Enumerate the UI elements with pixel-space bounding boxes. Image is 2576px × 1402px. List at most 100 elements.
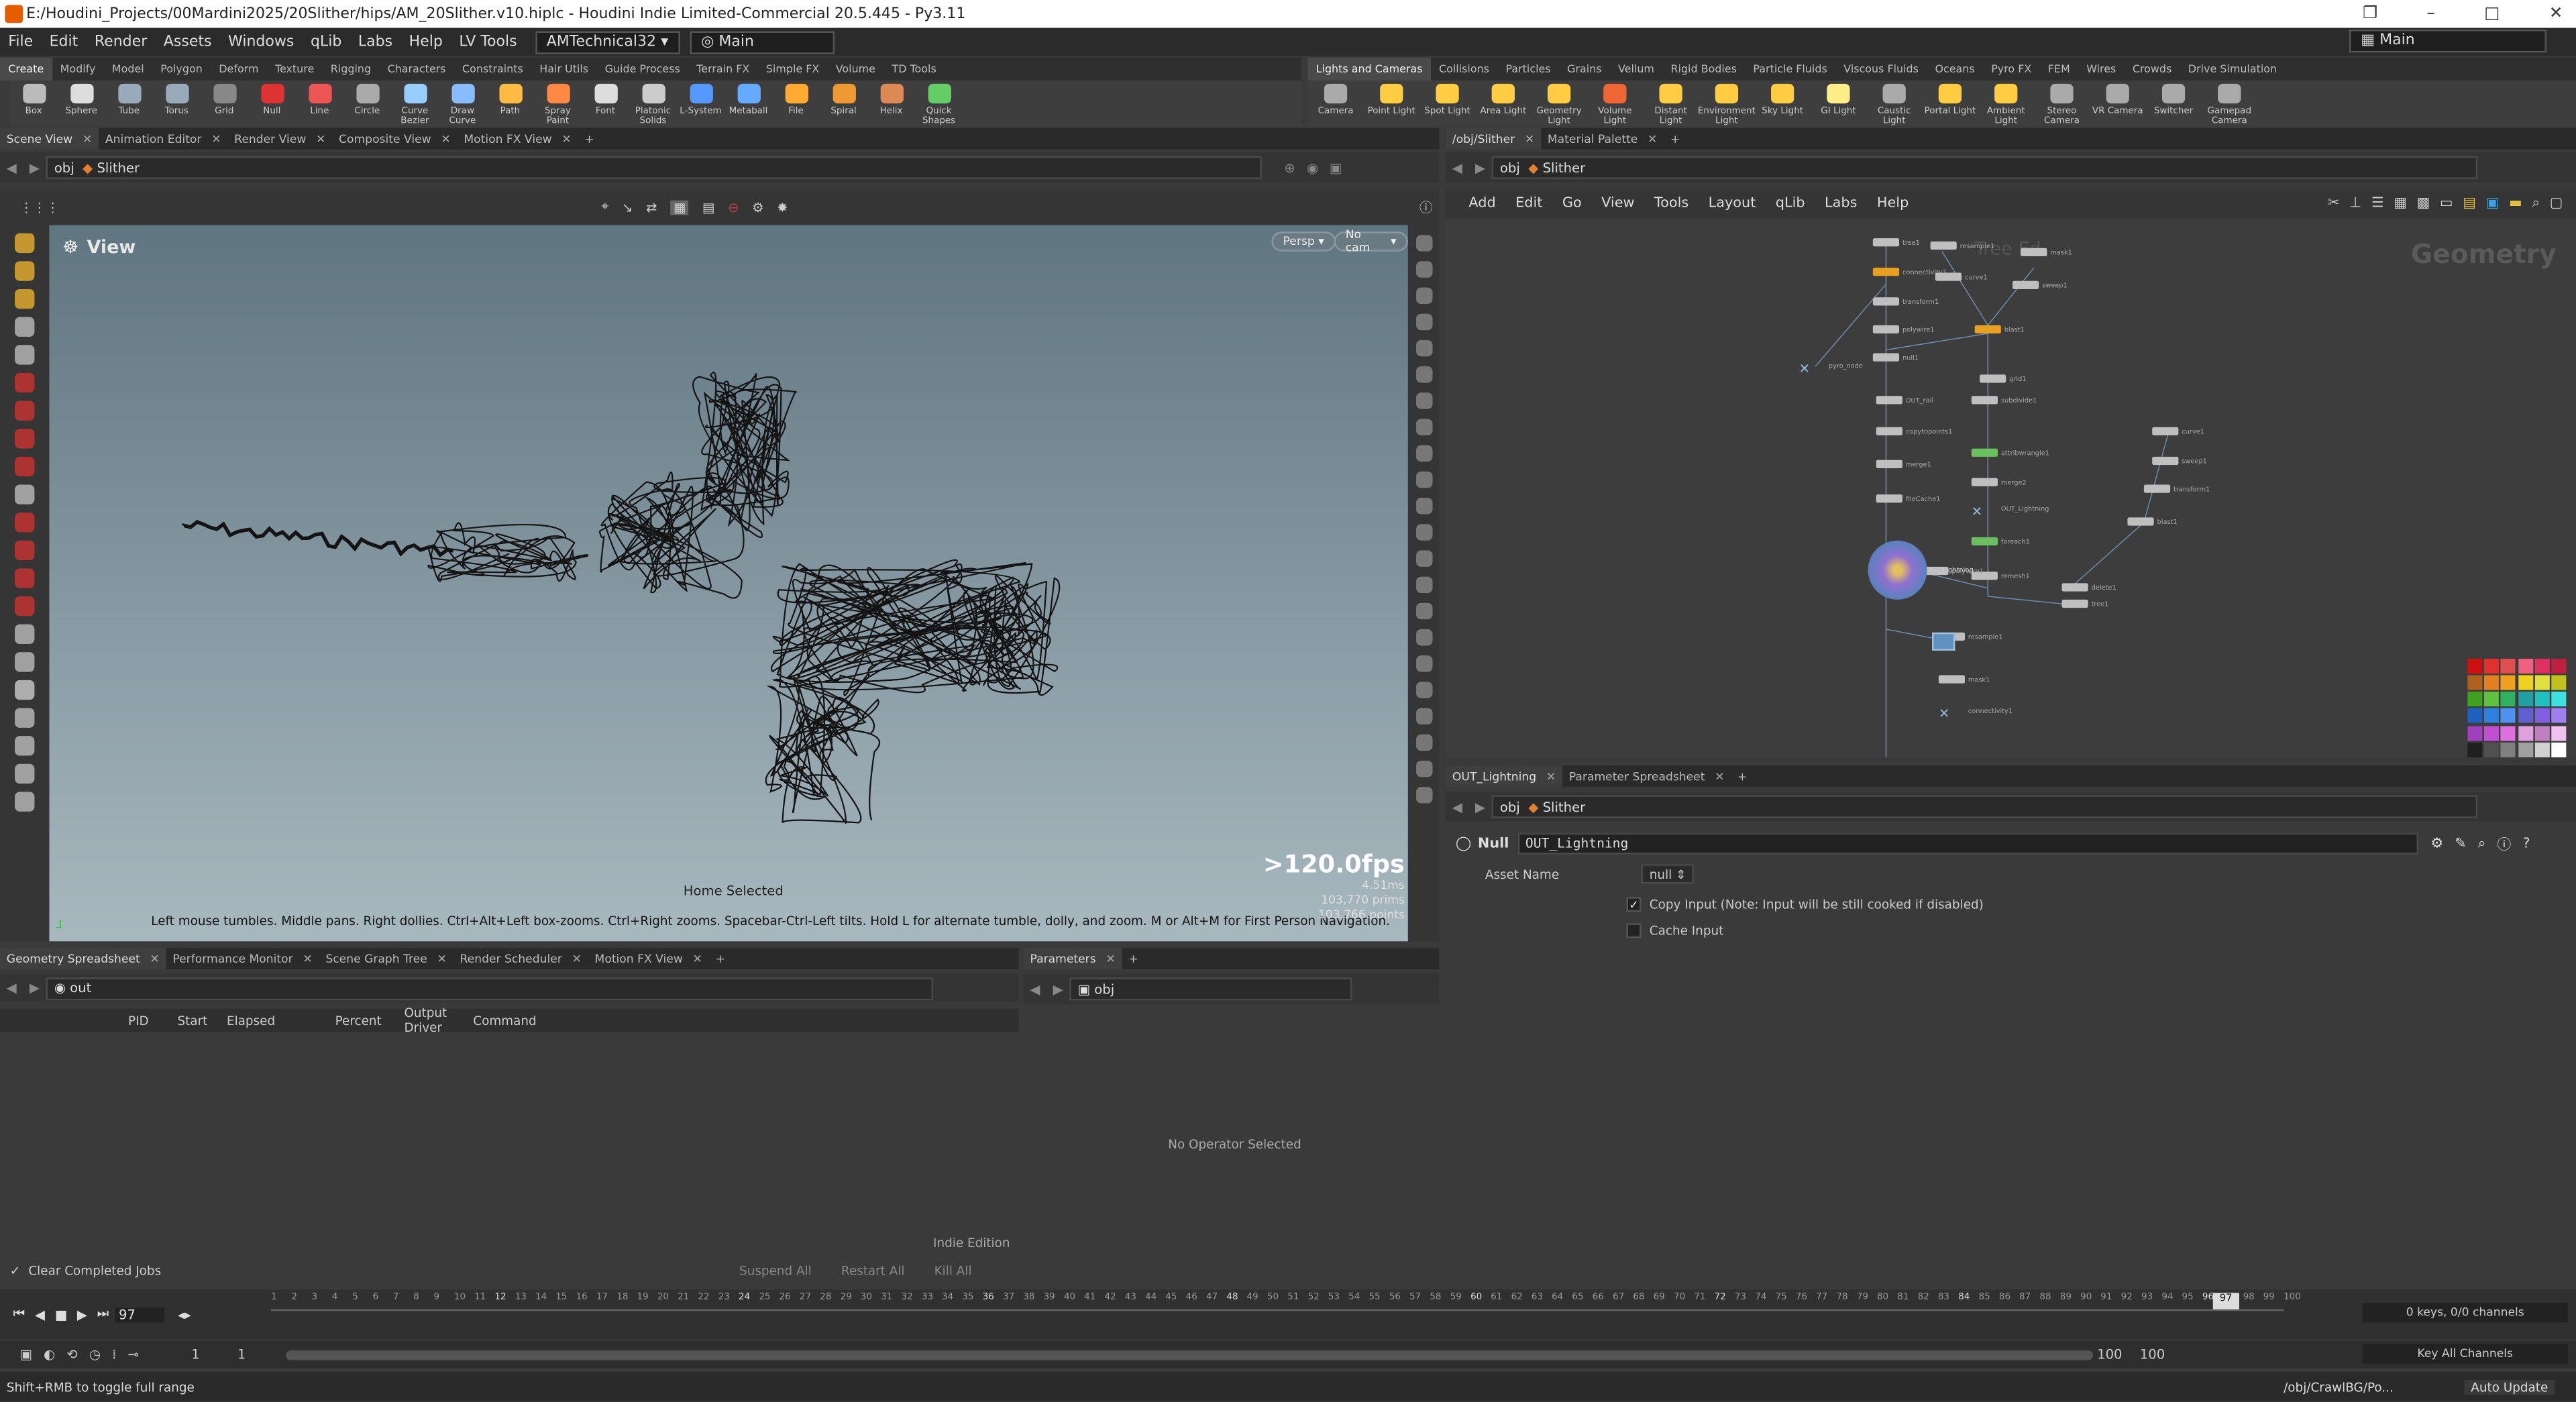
shelf-tab-pyro-fx[interactable]: Pyro FX [1983,58,2040,80]
grid-menu-icon[interactable]: ⋮⋮⋮ [19,200,59,215]
shelf-tab-oceans[interactable]: Oceans [1927,58,1983,80]
network-node[interactable] [1971,478,1998,486]
network-back-icon[interactable]: ◀ [1446,160,1468,175]
shelf-tab-vellum[interactable]: Vellum [1610,58,1662,80]
tool-ambient-light[interactable]: Ambient Light [1978,80,2034,127]
tool-caustic-light[interactable]: Caustic Light [1866,80,1922,127]
palette-swatch[interactable] [2484,708,2500,724]
camera-settings-icon[interactable]: ⚙ [752,200,764,215]
shelf-tab-viscous-fluids[interactable]: Viscous Fluids [1835,58,1927,80]
range-end-field[interactable]: 100 [2097,1347,2140,1362]
display-option-21-icon[interactable] [1415,760,1432,777]
tool-stereo-camera[interactable]: Stereo Camera [2034,80,2090,127]
maximize-icon[interactable]: □ [2484,5,2500,23]
select-icon[interactable] [15,317,35,337]
network-node[interactable] [1876,396,1902,405]
null-node-icon[interactable]: ✕ [1799,362,1814,376]
tool-null[interactable]: Null [248,80,296,127]
palette-swatch[interactable] [2501,675,2516,690]
range-start-field-2[interactable]: 1 [237,1347,280,1362]
tool-curve-bezier[interactable]: Curve Bezier [391,80,439,127]
shelf-tab-deform[interactable]: Deform [211,58,267,80]
grid-icon[interactable]: ▩ [2417,195,2430,211]
tool-sky-light[interactable]: Sky Light [1755,80,1811,127]
jump-end-icon[interactable]: ⏭ [97,1306,109,1322]
network-node[interactable] [2061,583,2088,592]
palette-swatch[interactable] [2501,742,2516,757]
key-all-channels-button[interactable]: Key All Channels [2362,1344,2568,1364]
param-forward-icon[interactable]: ▶ [1468,799,1491,814]
copy-input-checkbox[interactable]: ✓ [1626,897,1642,912]
frame-icon[interactable]: ▭ [2440,195,2453,211]
lasso-icon[interactable] [15,568,35,588]
network-menu-labs[interactable]: Labs [1815,195,1867,211]
display-option-13-icon[interactable] [1415,550,1432,567]
audio-icon[interactable]: ◐ [44,1347,55,1362]
sticky-icon[interactable]: ▬ [2509,195,2522,211]
tool-path[interactable]: Path [486,80,534,127]
jump-start-icon[interactable]: ⏮ [13,1306,25,1322]
palette-swatch[interactable] [2534,708,2550,724]
lock-icon[interactable] [15,345,35,365]
palette-swatch[interactable] [2484,659,2500,674]
tree-icon[interactable]: ⊥ [2349,195,2361,211]
shelf-tab-modify[interactable]: Modify [52,58,103,80]
close-tab-icon[interactable]: ✕ [316,132,325,146]
network-node[interactable] [1872,268,1900,276]
shelf-tab-drive-simulation[interactable]: Drive Simulation [2180,58,2286,80]
network-node[interactable] [1872,353,1900,362]
network-node[interactable] [2021,248,2047,257]
tool-spray-paint[interactable]: Spray Paint [534,80,582,127]
tool-sphere[interactable]: Sphere [58,80,105,127]
network-node[interactable] [2152,427,2179,435]
column-header-elapsed[interactable]: Elapsed [227,1013,335,1028]
palette-swatch[interactable] [2518,742,2533,757]
forward-arrow-icon[interactable]: ▶ [23,160,46,175]
network-node[interactable] [1872,325,1900,334]
playhead-marker[interactable]: 97 [2212,1293,2239,1309]
stamp-icon[interactable] [15,708,35,728]
display-option-15-icon[interactable] [1415,602,1432,620]
scale-icon[interactable] [15,456,35,477]
clock-icon[interactable]: ◷ [89,1347,101,1362]
close-tab-icon[interactable]: ✕ [1715,769,1724,783]
brush2-icon[interactable] [15,763,35,784]
column-header-pid[interactable]: PID [128,1013,177,1028]
pane-tab--obj-slither[interactable]: /obj/Slither ✕ [1446,128,1542,150]
menu-item-edit[interactable]: Edit [41,34,86,50]
realtime-icon[interactable]: ▣ [19,1347,32,1362]
pane-tab-material-palette[interactable]: Material Palette ✕ [1541,128,1664,150]
tool-point-light[interactable]: Point Light [1364,80,1419,127]
shelf-tab-model[interactable]: Model [104,58,152,80]
column-header-start[interactable]: Start [177,1013,226,1028]
display-option-5-icon[interactable] [1415,339,1432,357]
shelf-tab-rigging[interactable]: Rigging [323,58,380,80]
step-icon[interactable]: ◂▸ [178,1307,191,1322]
pane-tab-parameter-spreadsheet[interactable]: Parameter Spreadsheet ✕ [1562,765,1731,787]
pane-tab-performance-monitor[interactable]: Performance Monitor ✕ [166,948,319,969]
network-menu-view[interactable]: View [1591,195,1644,211]
shelf-tab-grains[interactable]: Grains [1559,58,1610,80]
menu-item-windows[interactable]: Windows [220,34,303,50]
tool-gamepad-camera[interactable]: Gamepad Camera [2202,80,2257,127]
brush3-icon[interactable] [15,792,35,812]
palette-swatch[interactable] [2518,659,2533,674]
palette-swatch[interactable] [2518,725,2533,741]
display-option-6-icon[interactable] [1415,366,1432,383]
parameter-path[interactable]: obj ◆ Slither [1491,795,2478,818]
scene-view-path[interactable]: obj ◆ Slither [46,156,1262,179]
params2-forward-icon[interactable]: ▶ [1046,981,1069,996]
cache-input-checkbox[interactable] [1626,923,1642,938]
network-node[interactable] [1938,675,1966,684]
handle-icon[interactable] [15,429,35,449]
menu-item-assets[interactable]: Assets [156,34,220,50]
shelf-tab-collisions[interactable]: Collisions [1431,58,1497,80]
shelf-tab-hair-utils[interactable]: Hair Utils [531,58,596,80]
layout-dropdown[interactable]: ◎ Main [690,30,835,54]
grab-icon[interactable] [15,596,35,616]
display-icon[interactable]: ▤ [702,200,715,215]
network-node[interactable] [1872,238,1900,247]
add-tab-icon[interactable]: + [1122,948,1145,969]
shelf-tab-characters[interactable]: Characters [379,58,453,80]
pivot-icon[interactable] [15,680,35,700]
